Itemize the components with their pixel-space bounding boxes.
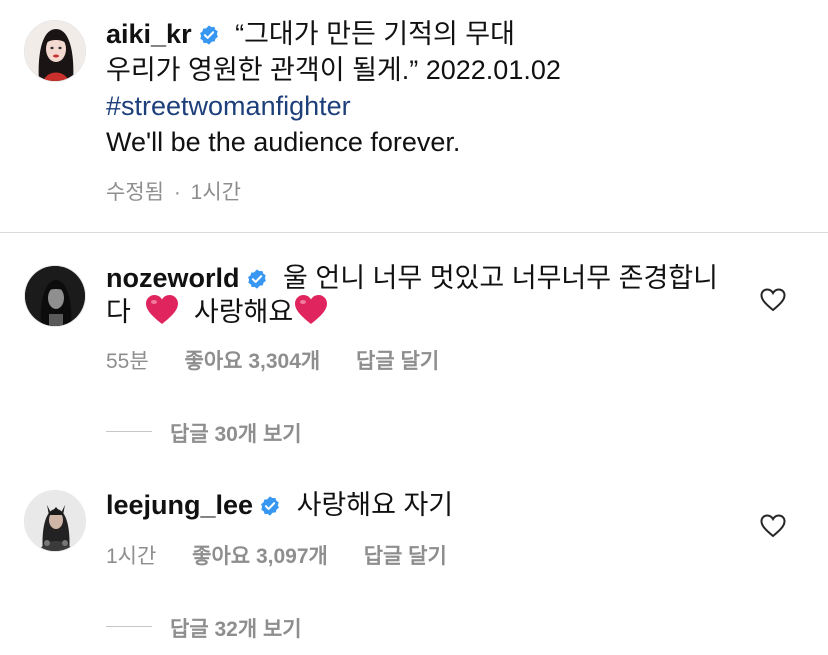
replies-divider [106, 626, 152, 627]
hashtag-link[interactable]: #streetwomanfighter [106, 88, 351, 124]
comment-line-1: leejung_lee 사랑해요 자기 [106, 487, 453, 526]
post-caption: aiki_kr “그대가 만든 기적의 무대 우리가 영원한 관객이 될게.” … [0, 0, 828, 232]
red-heart-emoji [146, 295, 179, 334]
comment-text-1: 울 언니 너무 멋있고 너무너무 존경합니 [283, 263, 718, 293]
divider [0, 232, 828, 233]
comment-meta: 1시간 좋아요 3,097개 답글 달기 [106, 540, 447, 570]
comment-text-2b: 사랑해요 [193, 297, 294, 327]
caption-line-2: 우리가 영원한 관객이 될게.” 2022.01.02 [106, 55, 561, 85]
replies-divider [106, 431, 152, 432]
caption-line-4: We'll be the audience forever. [106, 127, 461, 157]
caption-line-1: aiki_kr “그대가 만든 기적의 무대 [106, 16, 515, 55]
comment-meta: 55분 좋아요 3,304개 답글 달기 [106, 345, 439, 375]
red-heart-emoji [295, 295, 328, 334]
comment-time: 55분 [106, 350, 149, 373]
post-meta: 수정됨 · 1시간 [106, 176, 241, 206]
comment-avatar[interactable] [24, 490, 86, 552]
reply-button[interactable]: 답글 달기 [356, 350, 439, 373]
post-time: 1시간 [190, 181, 241, 204]
like-heart-icon[interactable] [760, 514, 786, 538]
comment-time: 1시간 [106, 545, 157, 568]
comment-text-1: 사랑해요 자기 [296, 490, 454, 520]
comment-text-2a: 다 [106, 297, 131, 327]
comment-username[interactable]: nozeworld [106, 263, 240, 293]
meta-separator: · [173, 181, 181, 204]
comment-likes[interactable]: 좋아요 3,304개 [185, 350, 321, 373]
comment-avatar[interactable] [24, 265, 86, 327]
comment-line-2: 다 사랑해요 [106, 294, 328, 334]
edited-label: 수정됨 [106, 181, 164, 204]
post-author-avatar[interactable] [24, 20, 86, 82]
comment-username[interactable]: leejung_lee [106, 490, 253, 520]
verified-badge-icon [259, 490, 281, 526]
like-heart-icon[interactable] [760, 288, 786, 312]
caption-text-1: “그대가 만든 기적의 무대 [235, 19, 515, 49]
view-replies-button[interactable]: 답글 32개 보기 [170, 613, 302, 643]
comment-likes[interactable]: 좋아요 3,097개 [192, 545, 328, 568]
view-replies-button[interactable]: 답글 30개 보기 [170, 418, 302, 448]
post-author-username[interactable]: aiki_kr [106, 19, 192, 49]
reply-button[interactable]: 답글 달기 [364, 545, 447, 568]
verified-badge-icon [198, 19, 220, 55]
